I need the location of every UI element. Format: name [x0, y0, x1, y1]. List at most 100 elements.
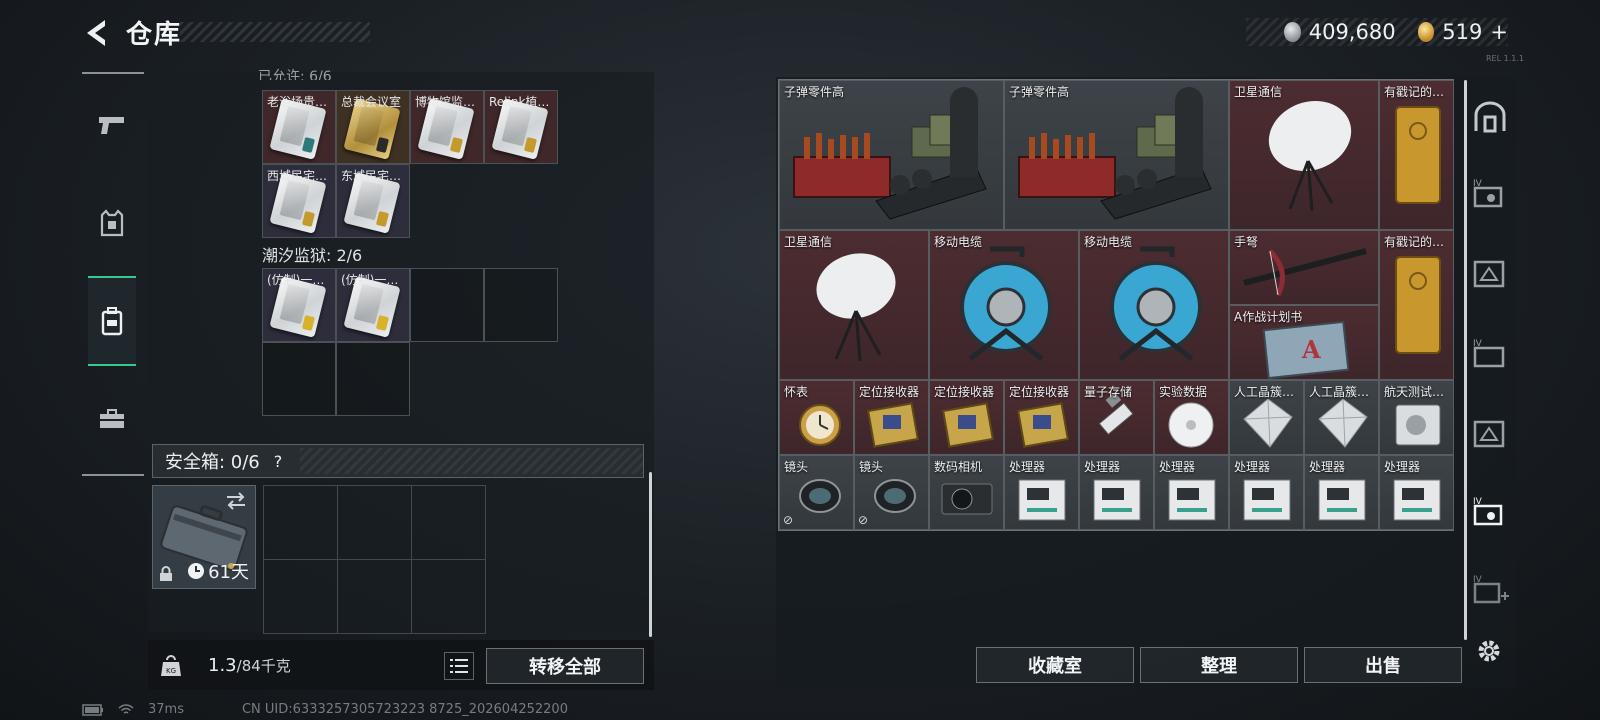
collection-room-button[interactable]: 收藏室 — [976, 647, 1134, 683]
organize-button[interactable]: 整理 — [1140, 647, 1298, 683]
item-label: 子弹零件高 — [784, 85, 845, 99]
storage-item[interactable]: 怀表 — [779, 380, 854, 455]
safe-box-grid — [263, 485, 487, 635]
storage-item[interactable]: 移动电缆 — [929, 230, 1079, 380]
list-view-button[interactable] — [444, 652, 474, 680]
storage-item[interactable]: 有戳记的… — [1379, 230, 1454, 380]
tab-armor[interactable] — [88, 178, 136, 268]
storage-item[interactable]: 子弹零件高 — [779, 80, 1004, 230]
keycard-slot[interactable]: 总裁会议室 — [336, 90, 410, 164]
container-scrollbar[interactable] — [649, 472, 652, 637]
storage-item[interactable]: 航天测试… — [1379, 380, 1454, 455]
empty-slot[interactable] — [410, 268, 484, 342]
storage-item[interactable]: 处理器 — [1304, 455, 1379, 530]
item-label: 处理器 — [1009, 460, 1046, 474]
satellite-dish-icon — [816, 253, 896, 362]
item-label: 处理器 — [1234, 460, 1271, 474]
swap-icon[interactable] — [225, 492, 247, 510]
svg-text:A: A — [1301, 335, 1321, 364]
item-label: 镜头 — [859, 460, 884, 474]
storage-item[interactable]: 移动电缆 — [1079, 230, 1229, 380]
storage-item[interactable]: A作战计划书 A — [1229, 305, 1379, 380]
rail-storage-add[interactable]: IV — [1470, 569, 1510, 609]
storage-page-rail: IV IV IV IV — [1464, 77, 1516, 637]
item-label: 手弩 — [1234, 235, 1259, 249]
empty-slot[interactable] — [411, 559, 486, 634]
gold-amount: 519 — [1442, 20, 1483, 44]
storage-iv-add-icon: IV — [1473, 575, 1509, 604]
case-duration: 61天 — [187, 558, 249, 584]
wifi-icon — [118, 703, 134, 714]
storage-item[interactable]: 处理器 — [1004, 455, 1079, 530]
storage-item[interactable]: 处理器 — [1229, 455, 1304, 530]
settings-button[interactable] — [1474, 636, 1504, 666]
storage-item[interactable]: 定位接收器 — [929, 380, 1004, 455]
rail-storage-1[interactable]: IV — [1470, 173, 1510, 213]
storage-item[interactable]: 镜头 ⊘ — [779, 455, 854, 530]
item-label: 处理器 — [1084, 460, 1121, 474]
keycard-slot[interactable]: 博物馆监… — [410, 90, 484, 164]
empty-slot[interactable] — [337, 485, 412, 560]
transfer-all-button[interactable]: 转移全部 — [486, 648, 644, 684]
safe-case-slot[interactable]: 61天 — [152, 485, 256, 589]
item-label: 人工晶簇… — [1234, 385, 1295, 399]
storage-item[interactable]: 处理器 — [1079, 455, 1154, 530]
item-label: 人工晶簇… — [1309, 385, 1370, 399]
keycard-slot[interactable]: (仿制)一… — [336, 268, 410, 342]
empty-slot[interactable] — [337, 559, 412, 634]
weight-max: /84千克 — [236, 657, 291, 675]
rail-storage-3[interactable]: IV — [1470, 333, 1510, 373]
keycard-slot[interactable]: 东城民宅… — [336, 164, 410, 238]
silver-amount: 409,680 — [1308, 20, 1396, 44]
rail-storage-5-active[interactable]: IV — [1470, 491, 1510, 531]
storage-item[interactable]: 镜头 ⊘ — [854, 455, 929, 530]
storage-item[interactable]: 实验数据 — [1154, 380, 1229, 455]
sell-button[interactable]: 出售 — [1304, 647, 1462, 683]
version-label: REL 1.1.1 — [1486, 54, 1524, 63]
keycard-label: 老浴场贵… — [267, 95, 328, 109]
rail-storage-4[interactable] — [1470, 413, 1510, 453]
rail-storage-2[interactable] — [1470, 253, 1510, 293]
topup-button[interactable]: + — [1490, 20, 1508, 44]
back-button[interactable] — [80, 16, 114, 50]
item-label: 有戳记的… — [1384, 235, 1445, 249]
help-icon[interactable]: ? — [274, 452, 283, 471]
empty-slot[interactable] — [262, 342, 336, 416]
category-sidebar — [82, 72, 144, 476]
tab-backpack[interactable] — [88, 276, 136, 366]
storage-item[interactable]: 人工晶簇… — [1304, 380, 1379, 455]
tab-weapons[interactable] — [88, 80, 136, 170]
storage-item[interactable]: 处理器 — [1379, 455, 1454, 530]
toolbox-icon — [100, 409, 124, 428]
storage-item[interactable]: 子弹零件高 — [1004, 80, 1229, 230]
empty-slot[interactable] — [484, 268, 558, 342]
case-days-text: 61天 — [208, 562, 249, 583]
keycard-slot[interactable]: (仿制)一… — [262, 268, 336, 342]
storage-item[interactable]: 量子存储 — [1079, 380, 1154, 455]
item-label: 卫星通信 — [784, 235, 833, 249]
empty-slot[interactable] — [411, 485, 486, 560]
keycard-slot[interactable]: Relink植… — [484, 90, 558, 164]
storage-item[interactable]: 手弩 — [1229, 230, 1379, 305]
keycard-slot[interactable]: 老浴场贵… — [262, 90, 336, 164]
ping-text: 37ms — [148, 702, 184, 717]
item-label: 定位接收器 — [1009, 385, 1070, 399]
storage-item[interactable]: 定位接收器 — [854, 380, 929, 455]
rail-vault[interactable] — [1470, 97, 1510, 137]
empty-slot[interactable] — [263, 485, 338, 560]
storage-item[interactable]: 有戳记的… — [1379, 80, 1454, 230]
prison-section-title: 潮汐监狱: 2/6 — [262, 246, 363, 265]
empty-slot[interactable] — [336, 342, 410, 416]
gold-bar-icon — [1395, 256, 1441, 354]
tab-tools[interactable] — [88, 374, 136, 464]
ammo-parts-crate-icon — [1018, 87, 1212, 220]
empty-slot[interactable] — [263, 559, 338, 634]
storage-item[interactable]: 卫星通信 — [779, 230, 929, 380]
clock-icon — [188, 563, 205, 579]
storage-item[interactable]: 数码相机 — [929, 455, 1004, 530]
storage-item[interactable]: 人工晶簇… — [1229, 380, 1304, 455]
storage-item[interactable]: 定位接收器 — [1004, 380, 1079, 455]
keycard-slot[interactable]: 西城民宅… — [262, 164, 336, 238]
storage-item[interactable]: 卫星通信 — [1229, 80, 1379, 230]
storage-item[interactable]: 处理器 — [1154, 455, 1229, 530]
